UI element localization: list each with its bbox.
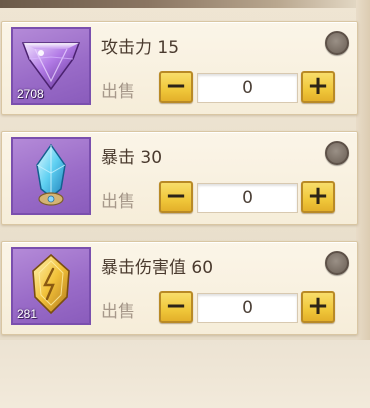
select-radio[interactable] <box>325 141 349 165</box>
item-count: 2708 <box>17 87 44 101</box>
quantity-input[interactable]: 0 <box>197 73 298 103</box>
item-stat-title: 暴击 30 <box>101 148 163 168</box>
quantity-input[interactable]: 0 <box>197 293 298 323</box>
increase-button[interactable]: + <box>301 71 335 103</box>
top-edge-shadow <box>0 0 370 8</box>
item-stat-title: 暴击伤害值 60 <box>101 258 214 278</box>
increase-button[interactable]: + <box>301 181 335 213</box>
blue-crystal-icon <box>36 143 66 206</box>
select-radio[interactable] <box>325 31 349 55</box>
item-card-attack: 2708 攻击力 15 出售 − 0 + <box>1 21 358 115</box>
item-count: 281 <box>17 307 38 321</box>
increase-button[interactable]: + <box>301 291 335 323</box>
sell-label: 出售 <box>101 302 135 322</box>
decrease-button[interactable]: − <box>159 181 193 213</box>
list-bottom-area <box>0 340 370 408</box>
item-stat-title: 攻击力 15 <box>101 38 180 58</box>
sell-label: 出售 <box>101 82 135 102</box>
item-card-crit-damage: 281 暴击伤害值 60 出售 − 0 + <box>1 241 358 335</box>
item-card-crit: 暴击 30 出售 − 0 + <box>1 131 358 225</box>
item-thumbnail[interactable] <box>11 137 91 215</box>
item-thumbnail[interactable]: 2708 <box>11 27 91 105</box>
select-radio[interactable] <box>325 251 349 275</box>
sell-label: 出售 <box>101 192 135 212</box>
decrease-button[interactable]: − <box>159 71 193 103</box>
quantity-input[interactable]: 0 <box>197 183 298 213</box>
item-thumbnail[interactable]: 281 <box>11 247 91 325</box>
decrease-button[interactable]: − <box>159 291 193 323</box>
